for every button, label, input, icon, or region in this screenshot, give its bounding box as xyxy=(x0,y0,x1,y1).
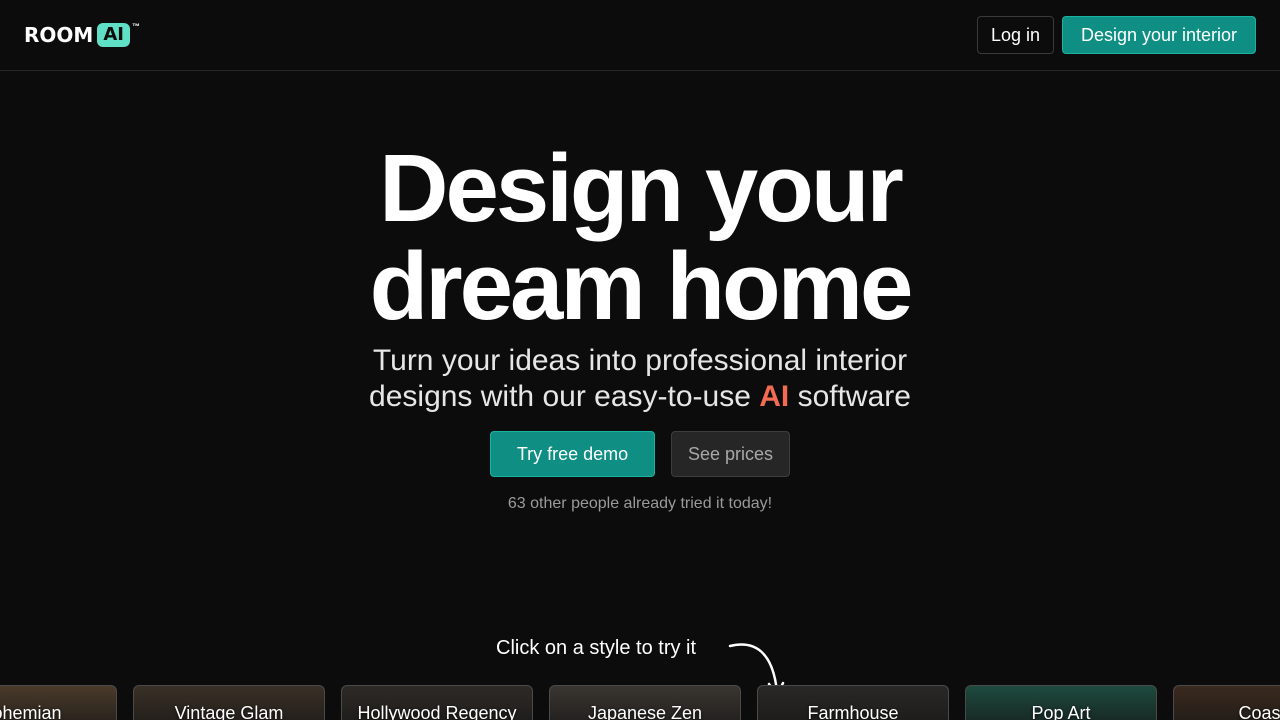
social-proof-text: 63 other people already tried it today! xyxy=(507,495,773,512)
style-card[interactable]: Pop Art xyxy=(965,685,1157,720)
style-card-label: Hollywood Regency xyxy=(357,703,517,720)
style-card[interactable]: Hollywood Regency xyxy=(341,685,533,720)
logo-badge: AI xyxy=(97,23,130,47)
style-card[interactable]: Vintage Glam xyxy=(133,685,325,720)
hero-subtitle-line-1: Turn your ideas into professional interi… xyxy=(372,344,908,377)
logo-trademark: ™ xyxy=(131,22,140,31)
style-cards-row: Bohemian Vintage Glam Hollywood Regency … xyxy=(0,685,1280,720)
subtitle-text-end: software xyxy=(797,380,911,413)
style-card-label: Farmhouse xyxy=(807,703,899,720)
hero-title-line-2: dream home xyxy=(369,233,914,340)
hero-subtitle: Turn your ideas into professional interi… xyxy=(0,343,1280,415)
style-card[interactable]: Coastal xyxy=(1173,685,1280,720)
style-hint: Click on a style to try it xyxy=(496,637,697,659)
subtitle-ai-highlight: AI xyxy=(759,380,790,413)
hero-title-line-1: Design your xyxy=(379,135,904,242)
style-card-label: Bohemian xyxy=(0,703,62,720)
see-prices-button[interactable]: See prices xyxy=(671,431,790,477)
style-card-label: Coastal xyxy=(1238,703,1280,720)
logo[interactable]: ROOM AI ™ xyxy=(24,21,140,49)
style-card[interactable]: Japanese Zen xyxy=(549,685,741,720)
hero-subtitle-line-2: designs with our easy-to-use AI software xyxy=(0,379,1280,415)
logo-word: ROOM xyxy=(24,23,94,47)
style-card[interactable]: Farmhouse xyxy=(757,685,949,720)
style-card-label: Japanese Zen xyxy=(587,703,703,720)
style-card[interactable]: Bohemian xyxy=(0,685,117,720)
hero-title: Design your dream home xyxy=(0,140,1280,336)
try-demo-button[interactable]: Try free demo xyxy=(490,431,655,477)
subtitle-text: designs with our easy-to-use xyxy=(369,380,751,413)
site-header: ROOM AI ™ Log in Design your interior xyxy=(0,0,1280,71)
login-button[interactable]: Log in xyxy=(977,16,1054,54)
design-interior-button[interactable]: Design your interior xyxy=(1062,16,1256,54)
style-card-label: Pop Art xyxy=(1031,703,1091,720)
style-card-label: Vintage Glam xyxy=(174,703,284,720)
